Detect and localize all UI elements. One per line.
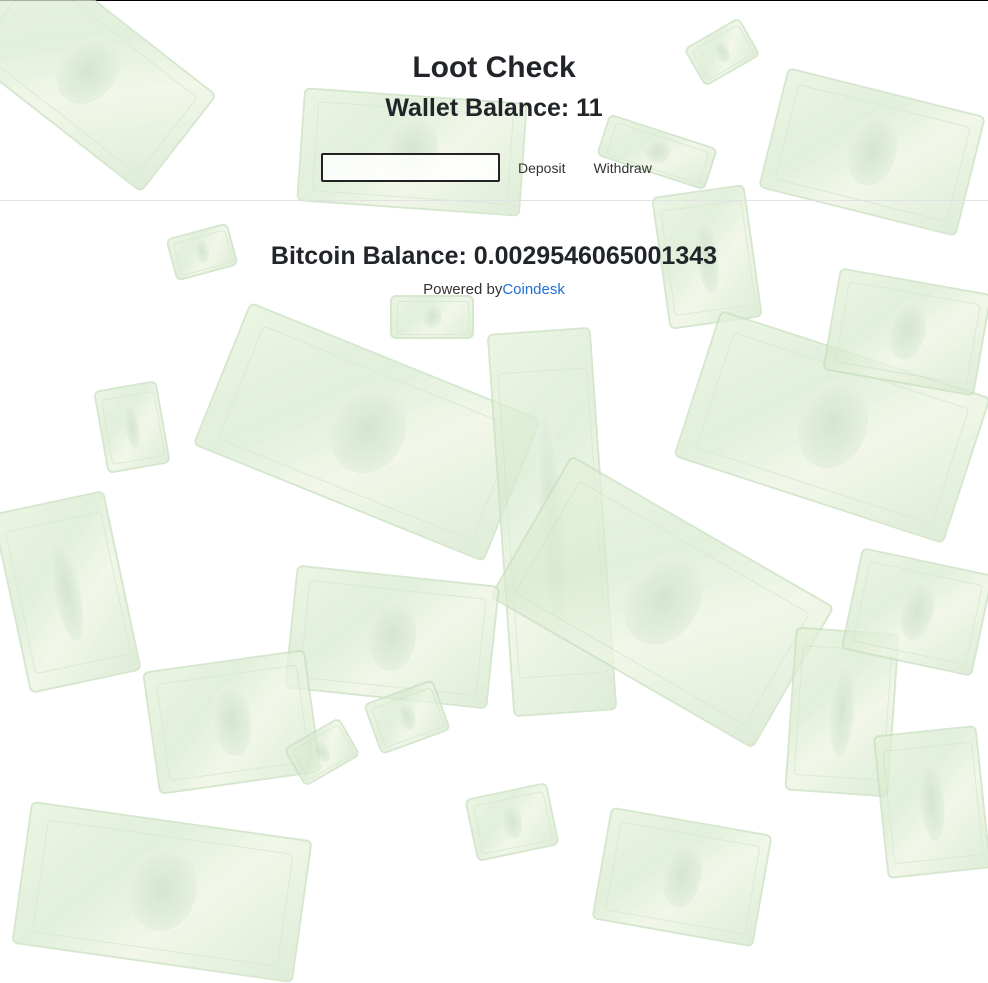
background-bill	[591, 806, 773, 948]
powered-by-label: Powered by	[423, 281, 503, 298]
transaction-form: Deposit Withdraw	[321, 153, 652, 182]
background-bill	[0, 490, 142, 694]
money-background-image	[0, 0, 988, 983]
bitcoin-balance: Bitcoin Balance: 0.0029546065001343	[270, 242, 718, 270]
background-bill	[142, 649, 322, 795]
powered-by: Powered byCoindesk	[0, 280, 988, 300]
coindesk-link[interactable]: Coindesk	[502, 281, 565, 298]
deposit-button[interactable]: Deposit	[518, 160, 565, 176]
background-bill	[93, 380, 171, 474]
page-title: Loot Check	[412, 51, 576, 84]
wallet-balance: Wallet Balance: 11	[385, 94, 603, 122]
section-divider	[0, 200, 988, 201]
background-bill	[390, 295, 474, 339]
amount-input[interactable]	[321, 153, 500, 182]
background-bill	[284, 564, 500, 710]
background-bill	[11, 800, 313, 983]
background-bill	[872, 724, 988, 880]
withdraw-button[interactable]: Withdraw	[593, 160, 651, 176]
background-bill	[464, 781, 560, 863]
